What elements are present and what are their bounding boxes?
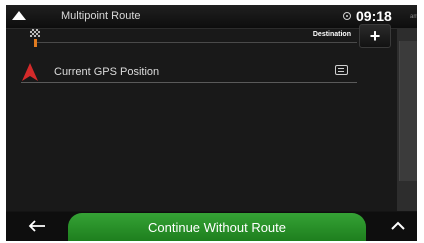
waypoint-list	[6, 29, 397, 211]
plus-icon: +	[369, 26, 381, 46]
add-waypoint-button[interactable]: +	[359, 24, 391, 48]
destination-row[interactable]: Destination	[35, 27, 357, 43]
route-line	[34, 39, 37, 47]
waypoint-label: Current GPS Position	[54, 66, 160, 78]
back-arrow-icon[interactable]	[28, 220, 46, 232]
continue-without-route-button[interactable]: Continue Without Route	[68, 213, 366, 241]
clock: 09:18	[356, 8, 392, 24]
destination-label: Destination	[312, 31, 351, 38]
scrollbar-thumb[interactable]	[399, 41, 417, 181]
gps-status-icon	[343, 12, 351, 20]
menu-up-arrow-icon[interactable]	[12, 11, 26, 20]
chevron-up-icon[interactable]	[391, 221, 405, 230]
navigation-screen: Multipoint Route 09:18 am Destination + …	[6, 5, 417, 241]
header-bar: Multipoint Route 09:18 am	[6, 5, 417, 29]
clock-suffix: am	[410, 14, 417, 20]
page-title: Multipoint Route	[61, 10, 141, 22]
details-icon[interactable]	[335, 65, 348, 75]
bottom-bar: Continue Without Route	[6, 212, 417, 241]
scrollbar[interactable]	[397, 29, 417, 211]
continue-label: Continue Without Route	[147, 220, 287, 235]
